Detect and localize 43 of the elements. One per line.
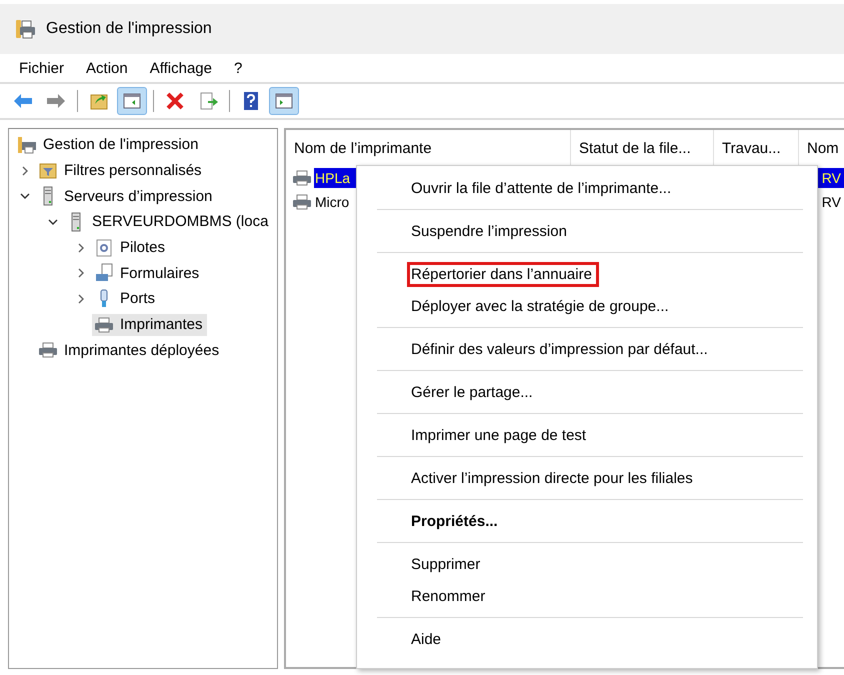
tree-item[interactable]: SERVEURDOMBMS (loca [64, 210, 272, 233]
tree-item[interactable]: Serveurs d’impression [36, 185, 216, 208]
table-cell: Micro [315, 194, 350, 210]
table-cell-text: RV [822, 194, 842, 210]
delete-icon [164, 90, 186, 112]
filter-folder-icon [38, 160, 58, 181]
tree-item[interactable]: Pilotes [92, 236, 170, 259]
column-header[interactable]: Nom [799, 130, 844, 166]
printer-tools-icon [17, 134, 37, 155]
printer-icon [94, 314, 114, 335]
menu-item[interactable]: Définir des valeurs d’impression par défaut... [407, 336, 715, 362]
tree-item[interactable]: Gestion de l'impression [15, 134, 202, 156]
menu-item[interactable]: Suspendre l’impression [407, 218, 574, 244]
printer-icon [14, 18, 36, 40]
printer-icon [38, 340, 58, 360]
tree-item[interactable]: Imprimantes déployées [36, 339, 224, 362]
driver-page-icon [94, 238, 114, 258]
tree-pane-button[interactable] [117, 87, 147, 115]
menu-item[interactable]: Fichier [19, 60, 64, 76]
tree-item[interactable]: Ports [92, 288, 160, 310]
table-cell-text: RV [822, 170, 842, 186]
menu-item[interactable]: Activer l’impression directe pour les filiales [407, 466, 700, 490]
menu-item[interactable]: Renommer [407, 584, 492, 608]
tree-item[interactable]: Imprimantes [92, 314, 207, 336]
menu-item[interactable]: Répertorier dans l’annuaire [407, 262, 599, 286]
menu-item[interactable]: Imprimer une page de test [407, 422, 594, 448]
menu-item[interactable]: Aide [407, 626, 448, 652]
menu-item[interactable]: Gérer le partage... [407, 380, 540, 404]
table-cell: HPLa [315, 170, 350, 186]
menu-item[interactable]: Déployer avec la stratégie de groupe... [407, 294, 676, 318]
menu-item[interactable]: Ouvrir la file d’attente de l’imprimante... [407, 176, 678, 200]
menu-item[interactable]: Propriétés... [407, 508, 505, 534]
tree-item[interactable]: Filtres personnalisés [36, 160, 206, 182]
tree-item[interactable]: Formulaires [92, 262, 204, 284]
action-pane-button[interactable] [269, 87, 299, 115]
menu-item[interactable]: Action [86, 60, 128, 76]
menu-item[interactable]: ? [234, 60, 242, 76]
printer-icon [292, 169, 312, 187]
window-title: Gestion de l'impression [46, 20, 212, 38]
forms-icon [94, 263, 114, 284]
menu-item[interactable]: Supprimer [407, 552, 488, 576]
menu-item[interactable]: Affichage [150, 60, 212, 76]
printer-icon [292, 193, 312, 211]
